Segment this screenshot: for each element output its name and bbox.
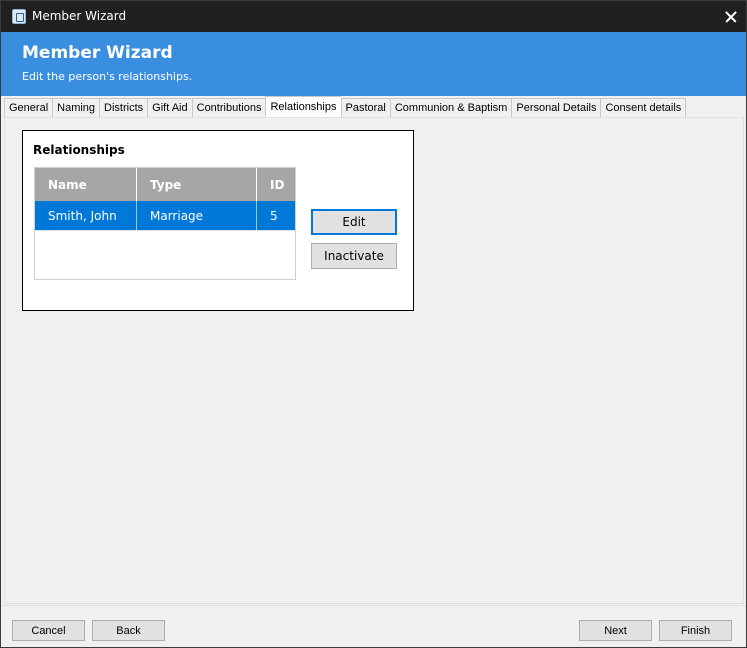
title-bar: Member Wizard [1,1,746,32]
edit-button[interactable]: Edit [311,209,397,235]
wizard-footer: Cancel Back Next Finish [1,605,746,647]
table-row[interactable]: Smith, John Marriage 5 [35,201,295,231]
tab-consent-details[interactable]: Consent details [600,98,687,118]
wizard-subtitle: Edit the person's relationships. [22,70,193,83]
wizard-title: Member Wizard [22,43,173,63]
tab-contributions[interactable]: Contributions [191,98,266,118]
cell-type: Marriage [137,201,257,230]
relationships-tab-page: Relationships Name Type ID Smith, John M… [4,117,744,604]
next-button[interactable]: Next [579,620,652,641]
tab-communion-baptism[interactable]: Communion & Baptism [389,98,512,118]
back-button[interactable]: Back [92,620,165,641]
column-header-id[interactable]: ID [257,168,295,201]
tab-districts[interactable]: Districts [99,98,148,118]
tab-personal-details[interactable]: Personal Details [511,98,601,118]
grid-header: Name Type ID [35,168,295,201]
relationships-group: Relationships Name Type ID Smith, John M… [22,130,414,311]
relationships-group-title: Relationships [33,143,125,157]
column-header-name[interactable]: Name [35,168,137,201]
column-header-type[interactable]: Type [137,168,257,201]
relationships-grid[interactable]: Name Type ID Smith, John Marriage 5 [34,167,296,280]
cell-name: Smith, John [35,201,137,230]
close-icon[interactable] [716,1,746,32]
wizard-header: Member Wizard Edit the person's relation… [1,32,746,96]
cell-id: 5 [270,208,278,223]
cancel-button[interactable]: Cancel [12,620,85,641]
finish-button[interactable]: Finish [659,620,732,641]
tab-strip: General Naming Districts Gift Aid Contri… [4,96,687,118]
tab-relationships[interactable]: Relationships [265,96,341,117]
window-title: Member Wizard [32,9,127,23]
tab-naming[interactable]: Naming [52,98,100,118]
tab-general[interactable]: General [4,98,53,118]
app-icon [12,9,26,24]
tab-pastoral[interactable]: Pastoral [340,98,390,118]
inactivate-button[interactable]: Inactivate [311,243,397,269]
tab-gift-aid[interactable]: Gift Aid [147,98,192,118]
member-wizard-window: Member Wizard Member Wizard Edit the per… [0,0,747,648]
